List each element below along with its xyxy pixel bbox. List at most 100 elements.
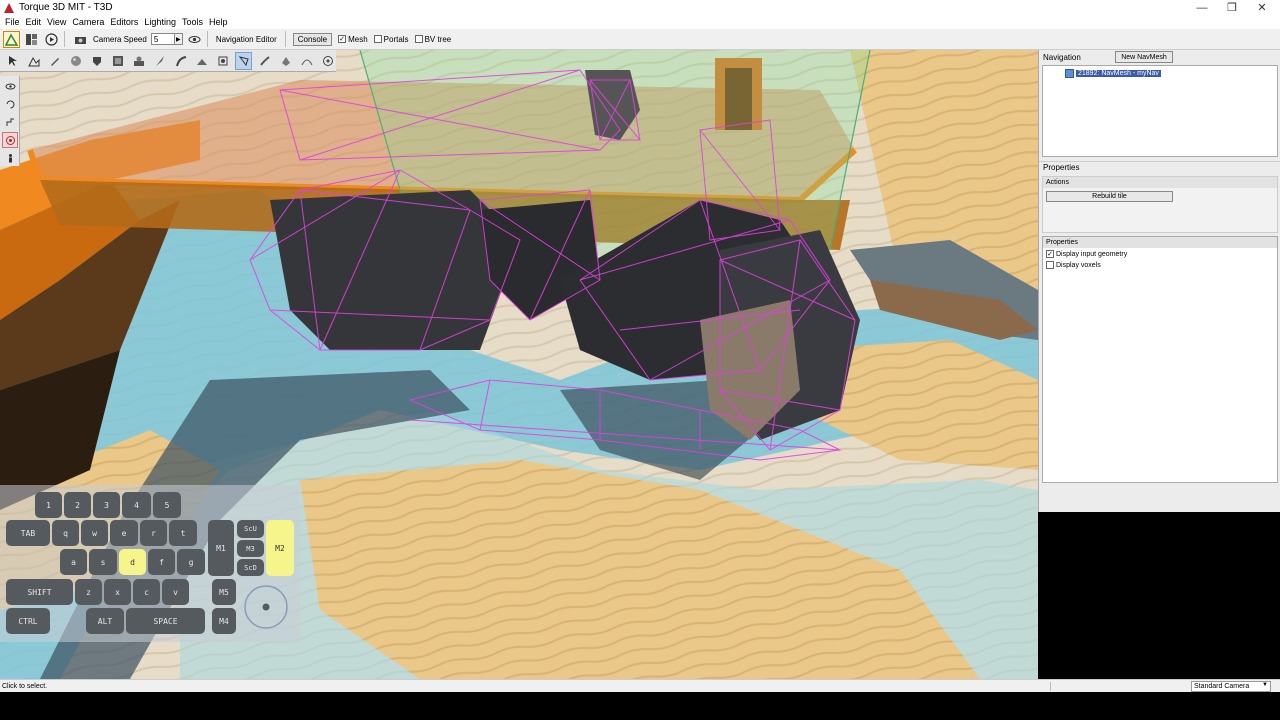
display-input-geometry-checkbox[interactable]: ✓ Display input geometry [1046, 249, 1274, 259]
toolbar-separator [206, 31, 208, 47]
bvtree-checkbox[interactable]: BV tree [414, 34, 452, 44]
key-c: c [133, 579, 160, 605]
light-button[interactable] [319, 52, 336, 70]
key-x: x [104, 579, 131, 605]
portals-check-label: Portals [383, 34, 409, 44]
toolbar-separator [284, 31, 286, 47]
taskbar-area [0, 692, 1280, 720]
key-z: z [75, 579, 102, 605]
minimize-button[interactable]: — [1188, 0, 1216, 15]
menu-editors[interactable]: Editors [107, 17, 141, 27]
status-text: Click to select. [2, 682, 48, 690]
menu-edit[interactable]: Edit [23, 17, 45, 27]
key-alt: ALT [86, 608, 124, 634]
visibility-button[interactable] [186, 31, 203, 48]
convex-icon [218, 56, 227, 65]
spline-button[interactable] [298, 52, 315, 70]
decal-button[interactable] [151, 52, 168, 70]
terrain-button[interactable] [25, 52, 42, 70]
feather-icon [155, 55, 164, 66]
menu-tools[interactable]: Tools [179, 17, 206, 27]
person-icon [8, 153, 12, 162]
datablock-button[interactable] [109, 52, 126, 70]
camera-mode-select[interactable]: Standard Camera ▼ [1191, 681, 1271, 692]
palette-test-button[interactable] [2, 132, 18, 148]
spinner-arrow-icon: ▶ [176, 36, 181, 43]
light-icon [322, 55, 333, 66]
menu-file[interactable]: File [2, 17, 23, 27]
mouse-movement-indicator-icon [244, 585, 288, 629]
camera-button[interactable] [72, 31, 89, 48]
navmesh-tree-item[interactable]: 21892: NavMesh - myNav [1065, 69, 1161, 78]
datablock-icon [112, 55, 123, 66]
bvtree-check-label: BV tree [424, 34, 452, 44]
navmesh-editor-button[interactable] [235, 51, 253, 70]
palette-view-button[interactable] [2, 78, 18, 94]
console-button[interactable]: Console [292, 32, 333, 46]
particle-button[interactable] [130, 52, 147, 70]
key-d: d [119, 549, 146, 575]
convex-editor-button[interactable] [214, 52, 231, 70]
terrain-icon [27, 56, 39, 66]
menu-lighting[interactable]: Lighting [141, 17, 179, 27]
key-v: v [162, 579, 189, 605]
terrain-paint-button[interactable] [46, 52, 63, 70]
menu-help[interactable]: Help [206, 17, 231, 27]
mesh-checkbox[interactable]: ✓ Mesh [338, 35, 368, 44]
key-e: e [110, 520, 138, 546]
palette-link-button[interactable] [2, 114, 18, 130]
minimize-icon: — [1196, 1, 1208, 14]
key-r: r [140, 520, 167, 546]
menu-camera[interactable]: Camera [69, 17, 107, 27]
eye-icon [188, 35, 201, 43]
key-ctrl: CTRL [6, 608, 50, 634]
navmesh-object-icon [1065, 69, 1074, 78]
gui-editor-button[interactable] [23, 31, 40, 48]
actions-header[interactable]: Actions [1043, 177, 1277, 188]
sketch-button[interactable] [88, 52, 105, 70]
select-arrow-button[interactable] [4, 52, 21, 70]
properties-section: Properties ✓ Display input geometry Disp… [1042, 236, 1278, 483]
gui-editor-icon [26, 33, 37, 45]
navmesh-tree-item-label: 21892: NavMesh - myNav [1076, 70, 1161, 77]
menu-view[interactable]: View [44, 17, 69, 27]
shield-icon [92, 56, 101, 66]
material-button[interactable] [67, 52, 84, 70]
forest-button[interactable] [172, 52, 189, 70]
mouse-button-5: M5 [212, 579, 236, 605]
play-game-button[interactable] [43, 31, 60, 48]
shape-editor-button[interactable] [277, 52, 294, 70]
portals-check-icon [373, 35, 382, 43]
key-3: 3 [93, 492, 120, 518]
mesh-check-icon: ✓ [338, 35, 347, 43]
river-button[interactable] [256, 52, 273, 70]
play-icon [45, 32, 58, 46]
navigation-panel: Navigation New NavMesh 21892: NavMesh - … [1038, 50, 1280, 512]
palette-spawn-button[interactable] [2, 150, 18, 166]
key-f: f [148, 549, 175, 575]
main-toolbar: Camera Speed ▶ Navigation Editor Console… [0, 29, 1280, 50]
properties-section-header[interactable]: Properties [1043, 237, 1277, 248]
display-voxels-label: Display voxels [1056, 261, 1101, 269]
restore-button[interactable]: ❐ [1218, 0, 1246, 15]
portals-checkbox[interactable]: Portals [373, 34, 409, 44]
camera-speed-spinner[interactable]: ▶ [174, 33, 183, 45]
key-w: w [81, 520, 108, 546]
display-input-geometry-label: Display input geometry [1056, 250, 1128, 258]
properties-section-header-label: Properties [1046, 239, 1078, 246]
mesh-road-button[interactable] [193, 52, 210, 70]
new-navmesh-button[interactable]: New NavMesh [1115, 51, 1173, 63]
camera-icon [75, 36, 86, 44]
navmesh-tree[interactable]: 21892: NavMesh - myNav [1042, 65, 1278, 157]
camera-speed-input[interactable] [150, 33, 175, 45]
palette-rotate-button[interactable] [2, 96, 18, 112]
keyboard-overlay: 1 2 3 4 5 TAB q w e r t a s d f g SHIFT … [0, 485, 300, 642]
display-voxels-checkbox[interactable]: Display voxels [1046, 260, 1274, 270]
close-button[interactable]: ✕ [1248, 0, 1276, 15]
camera-mode-value: Standard Camera [1194, 683, 1250, 690]
sphere-icon [70, 55, 81, 66]
world-editor-button[interactable] [3, 30, 20, 48]
properties-header: Properties [1039, 161, 1280, 173]
rebuild-tile-button[interactable]: Rebuild tile [1046, 191, 1173, 202]
mouse-button-2: M2 [266, 520, 294, 576]
